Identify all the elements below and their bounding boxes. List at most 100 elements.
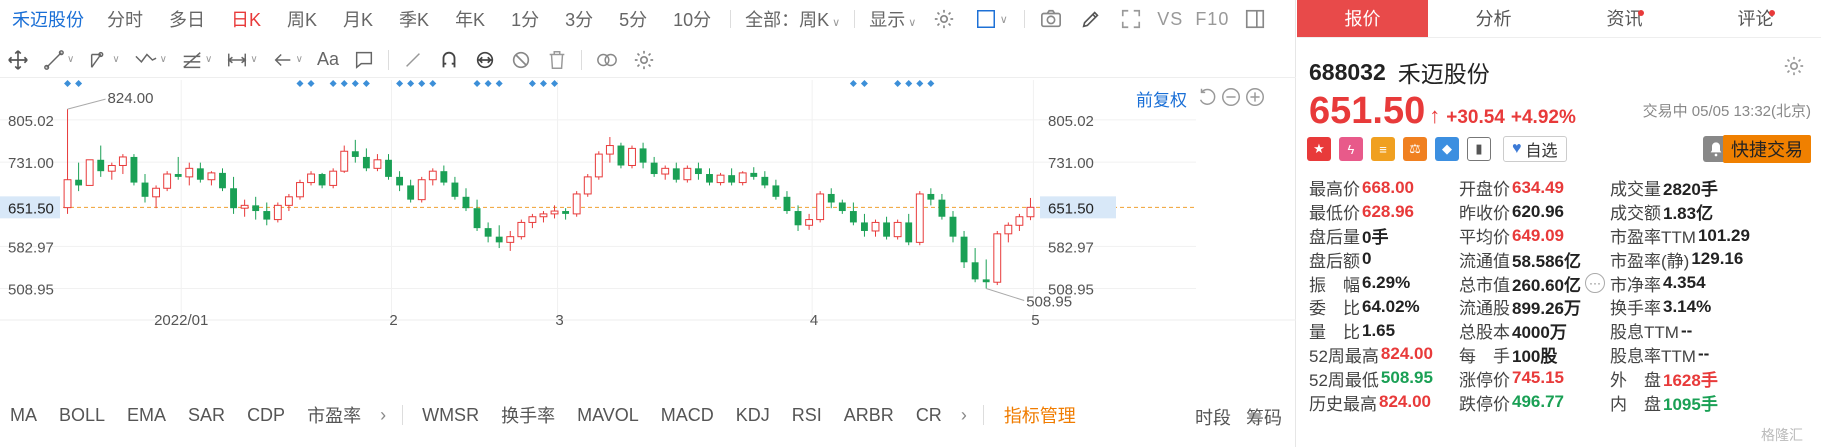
- kline-chart[interactable]: 805.02 805.02 731.00 731.00 651.50 582.97 582.…: [0, 80, 1296, 390]
- fibonacci-tool-icon[interactable]: ∨: [181, 48, 212, 72]
- candle-body: [772, 185, 780, 197]
- indicator-tab[interactable]: BOLL: [59, 405, 105, 426]
- balance-icon[interactable]: ⚖: [1403, 137, 1427, 161]
- event-marker: [860, 80, 868, 87]
- candle-body: [428, 170, 437, 181]
- candle-body: [240, 204, 249, 209]
- event-marker: [495, 80, 503, 87]
- stat-label: 外 盘: [1610, 370, 1661, 390]
- tab-analysis[interactable]: 分析: [1428, 0, 1559, 37]
- chart-topbar: 禾迈股份 分时 多日 日K 周K 月K 季K 年K 1分 3分 5分 10分 全部：周K ∨ 显示 ∨ …: [0, 0, 1296, 38]
- fund-icon[interactable]: ≡: [1371, 137, 1395, 161]
- period-tab[interactable]: 5分: [619, 6, 647, 32]
- stat-value: 4.354: [1663, 273, 1706, 293]
- sync-drawing-icon[interactable]: [474, 48, 496, 72]
- candle-body: [296, 182, 304, 198]
- indicator-tab[interactable]: RSI: [792, 405, 822, 426]
- pen-icon[interactable]: [1078, 6, 1104, 32]
- period-tab[interactable]: 季K: [399, 6, 429, 32]
- period-tab[interactable]: 周K: [287, 6, 317, 32]
- indicator-tab[interactable]: CDP: [247, 405, 285, 426]
- event-marker: [473, 80, 481, 87]
- panel-settings-icon[interactable]: [1783, 55, 1807, 79]
- f10-button[interactable]: F10: [1195, 9, 1229, 30]
- tab-quote[interactable]: 报价: [1297, 0, 1428, 37]
- stats-row: 盘后额 0 流通值 58.586亿 市盈率(静) 129.16: [1309, 247, 1819, 271]
- display-select[interactable]: 显示 ∨: [869, 6, 916, 32]
- add-watchlist-button[interactable]: ♥ 自选: [1503, 136, 1567, 162]
- tag-icon[interactable]: ◆: [1435, 137, 1459, 161]
- stat-cell: 内 盘 1095手: [1610, 390, 1810, 415]
- stat-value: 101.29: [1697, 225, 1750, 245]
- y-tick-label-right: 582.97: [1048, 239, 1094, 256]
- stat-value: --: [1680, 320, 1693, 340]
- stat-cell: 股息率TTM --: [1610, 342, 1810, 367]
- range-select[interactable]: 全部：周K ∨: [745, 6, 840, 32]
- period-tab[interactable]: 年K: [455, 6, 485, 32]
- comment-tool-icon[interactable]: [353, 48, 375, 72]
- channel-tool-icon[interactable]: ∨: [88, 48, 120, 72]
- indicator-tab[interactable]: MACD: [661, 405, 714, 426]
- candle-body: [938, 199, 946, 217]
- eraser-line-icon[interactable]: [402, 48, 424, 72]
- chip-distribution-button[interactable]: 筹码: [1246, 408, 1282, 428]
- stat-label: 跌停价: [1459, 394, 1510, 414]
- magnet-icon[interactable]: [438, 48, 460, 72]
- indicator-tab[interactable]: ARBR: [844, 405, 894, 426]
- trash-icon[interactable]: [546, 48, 568, 72]
- stat-value: 1.65: [1362, 320, 1396, 340]
- candle-body: [340, 150, 349, 172]
- tab-comments[interactable]: 评论: [1690, 0, 1821, 37]
- indicator-tab[interactable]: 市盈率: [307, 402, 361, 428]
- settings-icon[interactable]: [931, 6, 957, 32]
- stat-cell: 流通值 58.586亿: [1459, 247, 1610, 272]
- period-tab[interactable]: 月K: [343, 6, 373, 32]
- measure-tool-icon[interactable]: ∨: [226, 48, 258, 72]
- more-icon[interactable]: ···: [1585, 273, 1605, 294]
- period-tab[interactable]: 3分: [565, 6, 593, 32]
- color-select-icon[interactable]: ∨: [971, 6, 1011, 32]
- period-tab[interactable]: 日K: [231, 6, 261, 32]
- bookmark-icon[interactable]: ▮: [1467, 137, 1491, 161]
- text-tool-icon[interactable]: Aa: [317, 48, 339, 72]
- candle-body: [273, 204, 282, 221]
- move-icon[interactable]: [7, 48, 29, 72]
- stock-name-link[interactable]: 禾迈股份: [12, 6, 84, 32]
- session-button[interactable]: 时段: [1195, 408, 1231, 428]
- toolbar-settings-icon[interactable]: [633, 48, 655, 72]
- indicator-tab[interactable]: MAVOL: [577, 405, 639, 426]
- kline-chart-area[interactable]: 805.02 805.02 731.00 731.00 651.50 582.97 582.…: [0, 80, 1296, 390]
- y-tick-label: 731.00: [8, 155, 54, 172]
- arrow-tool-icon[interactable]: ∨: [272, 48, 303, 72]
- stat-value: 1.83亿: [1663, 204, 1714, 224]
- period-tab[interactable]: 10分: [673, 6, 711, 32]
- indicator-manage-button[interactable]: 指标管理: [1004, 402, 1076, 428]
- lightning-icon[interactable]: ϟ: [1339, 137, 1363, 161]
- indicator-tab[interactable]: MA: [10, 405, 37, 426]
- tab-news[interactable]: 资讯: [1559, 0, 1690, 37]
- indicator-tab[interactable]: KDJ: [736, 405, 770, 426]
- indicator-tab[interactable]: SAR: [188, 405, 225, 426]
- indicator-tab[interactable]: EMA: [127, 405, 166, 426]
- hide-drawing-icon[interactable]: [510, 48, 532, 72]
- indicator-next-icon[interactable]: ›: [961, 405, 967, 426]
- indicator-tab[interactable]: WMSR: [422, 405, 479, 426]
- vs-button[interactable]: VS: [1157, 9, 1183, 30]
- period-tab[interactable]: 多日: [169, 6, 205, 32]
- compare-icon[interactable]: [595, 48, 619, 72]
- stat-label: 历史最高: [1309, 394, 1377, 414]
- fullscreen-icon[interactable]: [1118, 6, 1144, 32]
- stat-value: 4000万: [1512, 323, 1567, 343]
- sidebar-toggle-icon[interactable]: [1242, 6, 1268, 32]
- china-flag-icon[interactable]: ★: [1307, 137, 1331, 161]
- indicator-tab[interactable]: CR: [916, 405, 942, 426]
- period-tab[interactable]: 分时: [107, 6, 143, 32]
- wave-tool-icon[interactable]: ∨: [134, 48, 167, 72]
- line-tool-icon[interactable]: ∨: [43, 48, 74, 72]
- camera-icon[interactable]: [1038, 6, 1064, 32]
- period-tab[interactable]: 1分: [511, 6, 539, 32]
- quick-trade-button[interactable]: 快捷交易: [1723, 135, 1811, 163]
- indicator-tab[interactable]: 换手率: [501, 402, 555, 428]
- indicator-more-icon[interactable]: ›: [380, 405, 386, 426]
- event-marker: [64, 80, 72, 87]
